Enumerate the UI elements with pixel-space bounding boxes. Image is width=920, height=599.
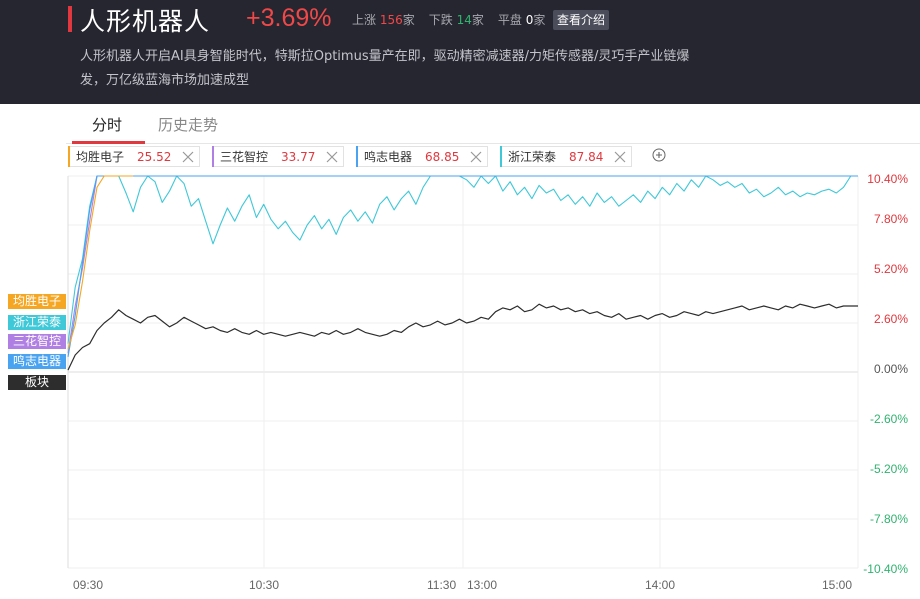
y-tick-label: -5.20% bbox=[869, 462, 908, 476]
x-tick-label: 11:30 bbox=[427, 578, 457, 592]
x-tick-label: 10:30 bbox=[249, 578, 280, 592]
y-tick-label: 0.00% bbox=[873, 362, 908, 376]
x-tick-label: 14:00 bbox=[645, 578, 676, 592]
y-tick-label: -2.60% bbox=[869, 412, 908, 426]
series-line-stock-2 bbox=[67, 175, 213, 354]
y-tick-label: 10.40% bbox=[867, 172, 908, 186]
y-tick-label: -7.80% bbox=[869, 512, 908, 526]
intraday-chart bbox=[67, 175, 859, 569]
x-tick-label: 09:30 bbox=[73, 578, 104, 592]
y-tick-label: 7.80% bbox=[873, 212, 908, 226]
legend-sanhua: 三花智控 bbox=[8, 334, 66, 349]
legend-junsheng: 均胜电子 bbox=[8, 294, 66, 309]
y-tick-label: 5.20% bbox=[873, 262, 908, 276]
y-tick-label: 2.60% bbox=[873, 312, 908, 326]
x-tick-label: 15:00 bbox=[822, 578, 853, 592]
y-tick-label: -10.40% bbox=[863, 562, 908, 576]
legend-mingzhi: 鸣志电器 bbox=[8, 354, 66, 369]
legend-sector: 板块 bbox=[8, 375, 66, 390]
x-tick-label: 13:00 bbox=[467, 578, 498, 592]
legend-rongtai: 浙江荣泰 bbox=[8, 315, 66, 330]
